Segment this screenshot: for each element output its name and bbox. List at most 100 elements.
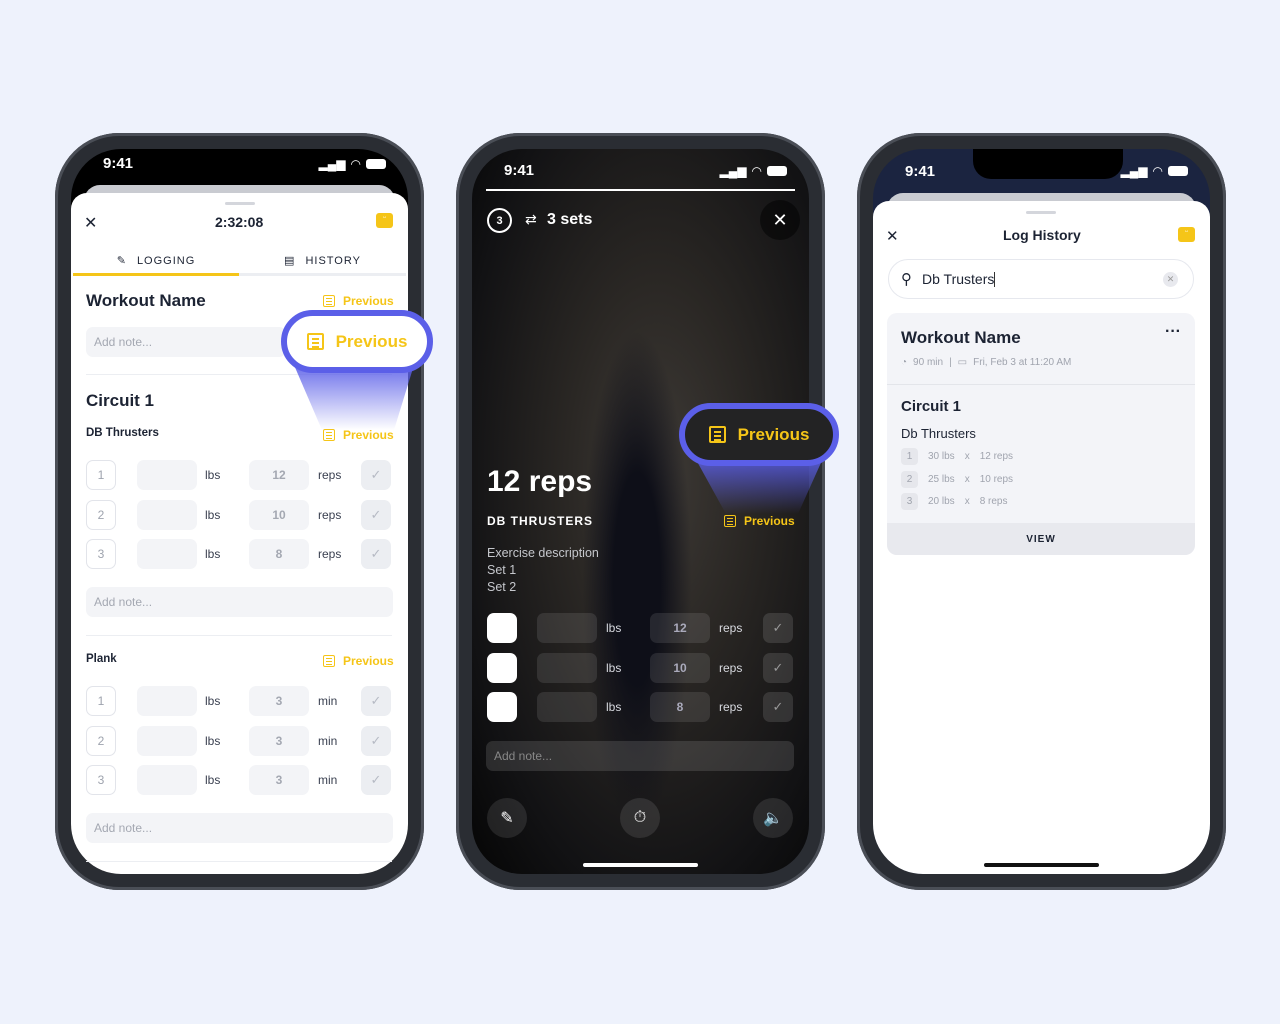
- exercise-note-input[interactable]: Add note...: [86, 587, 393, 617]
- previous-button[interactable]: Previous: [323, 654, 394, 668]
- value-unit: min: [318, 694, 338, 708]
- complete-set-checkbox[interactable]: ✓: [361, 686, 391, 716]
- value-unit: reps: [318, 507, 342, 522]
- reps-unit: reps: [719, 621, 743, 635]
- wifi-icon: ◠: [1152, 164, 1163, 178]
- close-button[interactable]: ✕: [760, 200, 800, 240]
- description-line: Set 2: [487, 580, 517, 594]
- weight-input[interactable]: [537, 652, 597, 683]
- times-sign: x: [964, 451, 970, 462]
- reps-input[interactable]: 8: [650, 692, 710, 722]
- timer-button[interactable]: ⏱: [620, 798, 660, 838]
- drag-handle[interactable]: [225, 202, 255, 205]
- weight-input[interactable]: [137, 725, 197, 756]
- history-set-row: 3 20 lbs x 8 reps: [901, 493, 1007, 510]
- complete-set-checkbox[interactable]: ✓: [361, 499, 391, 530]
- set-number: 1: [86, 686, 116, 716]
- note-input[interactable]: Add note...: [486, 741, 794, 771]
- weight-input[interactable]: [537, 613, 597, 643]
- more-icon[interactable]: ···: [1165, 323, 1181, 341]
- complete-set-checkbox[interactable]: ✓: [361, 539, 391, 569]
- edit-button[interactable]: ✎: [487, 798, 527, 838]
- list-icon: [306, 333, 324, 350]
- list-icon: [708, 426, 726, 443]
- status-time: 9:41: [504, 162, 535, 179]
- complete-set-checkbox[interactable]: ✓: [361, 765, 391, 795]
- round-badge: 3: [487, 208, 512, 233]
- chat-icon[interactable]: ᵕ: [1178, 227, 1195, 242]
- list-icon: ▤: [284, 255, 296, 267]
- set-number: 3: [86, 765, 116, 795]
- workout-name: Workout Name: [86, 291, 206, 310]
- signal-icon: ▂▄▆: [318, 157, 346, 171]
- clock-icon: ◔: [901, 357, 908, 368]
- pencil-icon: ✎: [116, 255, 127, 267]
- complete-set-checkbox[interactable]: ✓: [763, 692, 793, 722]
- weight-unit: lbs: [205, 547, 221, 561]
- tab-history[interactable]: ▤ HISTORY: [239, 248, 406, 276]
- description-line: Set 1: [487, 563, 517, 577]
- chat-icon[interactable]: ᵕ: [376, 213, 393, 228]
- previous-callout[interactable]: Previous: [679, 403, 839, 466]
- value-input[interactable]: 3: [249, 686, 309, 716]
- weight-unit: lbs: [205, 773, 221, 787]
- set-marker: [487, 613, 517, 643]
- set-marker: [487, 692, 517, 722]
- previous-label: Previous: [335, 331, 408, 351]
- close-icon[interactable]: ✕: [84, 213, 97, 233]
- value-input[interactable]: 3: [249, 765, 309, 795]
- complete-set-checkbox[interactable]: ✓: [763, 652, 793, 683]
- workout-note-input[interactable]: Add note...: [86, 327, 286, 357]
- complete-set-checkbox[interactable]: ✓: [763, 613, 793, 643]
- status-time: 9:41: [103, 155, 134, 172]
- value-input[interactable]: 8: [249, 539, 309, 569]
- reps-title: 12 reps: [487, 465, 593, 498]
- previous-label: Previous: [737, 424, 810, 444]
- weight-input[interactable]: [137, 499, 197, 530]
- exercise-name: DB THRUSTERS: [487, 514, 594, 528]
- weight-input[interactable]: [137, 460, 197, 490]
- value-input[interactable]: 12: [249, 460, 309, 490]
- weight-input[interactable]: [137, 539, 197, 569]
- clear-search-button[interactable]: ✕: [1163, 272, 1178, 287]
- history-card[interactable]: Workout Name ··· ◔ 90 min | ▭ Fri, Feb 3 at …: [887, 313, 1195, 555]
- circuit-title: Circuit 1: [901, 398, 962, 415]
- previous-button[interactable]: Previous: [323, 294, 394, 308]
- value-input[interactable]: 10: [249, 499, 309, 530]
- previous-button[interactable]: Previous: [724, 514, 795, 528]
- sound-button[interactable]: 🔈: [753, 798, 793, 838]
- close-icon[interactable]: ✕: [886, 227, 899, 245]
- exercise-description: Exercise description Set 1 Set 2: [487, 545, 599, 596]
- reps-input[interactable]: 12: [650, 613, 710, 643]
- weight-unit: lbs: [205, 694, 221, 708]
- value-input[interactable]: 3: [249, 725, 309, 756]
- date: Fri, Feb 3 at 11:20 AM: [973, 357, 1072, 368]
- reps-input[interactable]: 10: [650, 652, 710, 683]
- weight-unit: lbs: [606, 700, 622, 714]
- exercise-name: DB Thrusters: [86, 427, 159, 439]
- status-icons: ▂▄▆ ◠: [319, 157, 386, 171]
- search-input[interactable]: ⚲ Db Trusters: [888, 259, 1194, 299]
- weight-input[interactable]: [137, 765, 197, 795]
- history-set-row: 2 25 lbs x 10 reps: [901, 470, 1013, 488]
- times-sign: x: [964, 496, 970, 507]
- set-number: 2: [901, 470, 918, 488]
- exercise-note-input[interactable]: Add note...: [86, 813, 393, 843]
- previous-label: Previous: [343, 654, 394, 668]
- battery-icon: [767, 166, 787, 176]
- tab-logging[interactable]: ✎ LOGGING: [73, 248, 239, 276]
- drag-handle[interactable]: [1026, 211, 1056, 214]
- signal-icon: ▂▄▆: [719, 164, 747, 178]
- complete-set-checkbox[interactable]: ✓: [361, 725, 391, 756]
- previous-callout[interactable]: Previous: [281, 310, 433, 373]
- weight-input[interactable]: [137, 686, 197, 716]
- set-reps: 8 reps: [979, 496, 1008, 507]
- workout-meta: ◔ 90 min | ▭ Fri, Feb 3 at 11:20 AM: [901, 357, 1072, 368]
- set-number: 2: [86, 499, 116, 530]
- description-line: Exercise description: [487, 546, 599, 560]
- weight-unit: lbs: [606, 621, 622, 635]
- weight-input[interactable]: [537, 692, 597, 722]
- view-button[interactable]: VIEW: [887, 523, 1195, 555]
- weight-unit: lbs: [205, 468, 221, 482]
- complete-set-checkbox[interactable]: ✓: [361, 460, 391, 490]
